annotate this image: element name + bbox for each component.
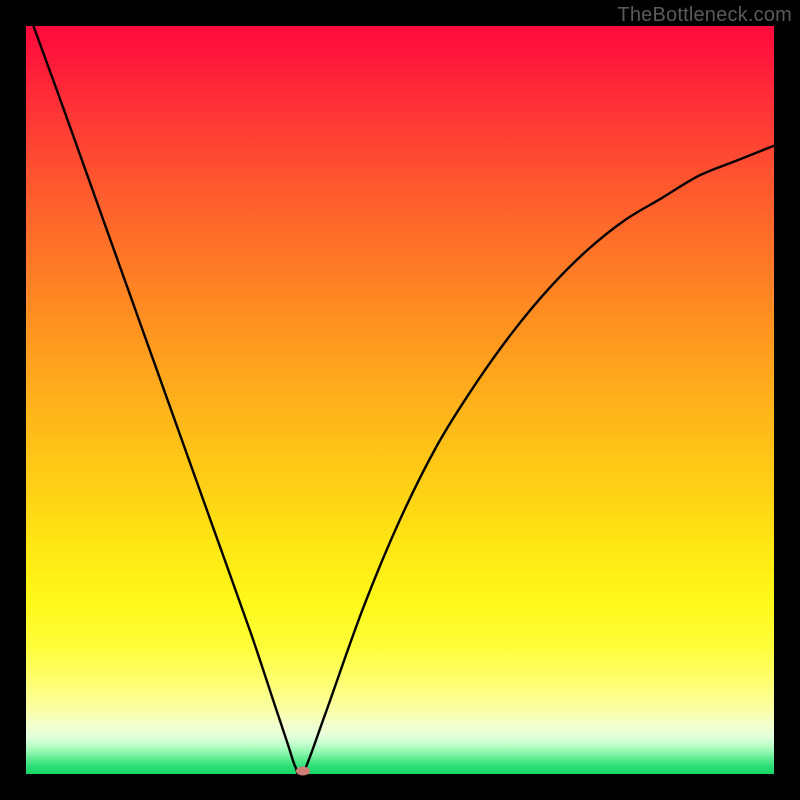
watermark-text: TheBottleneck.com <box>617 4 792 27</box>
plot-area <box>26 26 774 774</box>
bottleneck-curve <box>26 26 774 774</box>
optimal-point-marker <box>296 767 310 776</box>
